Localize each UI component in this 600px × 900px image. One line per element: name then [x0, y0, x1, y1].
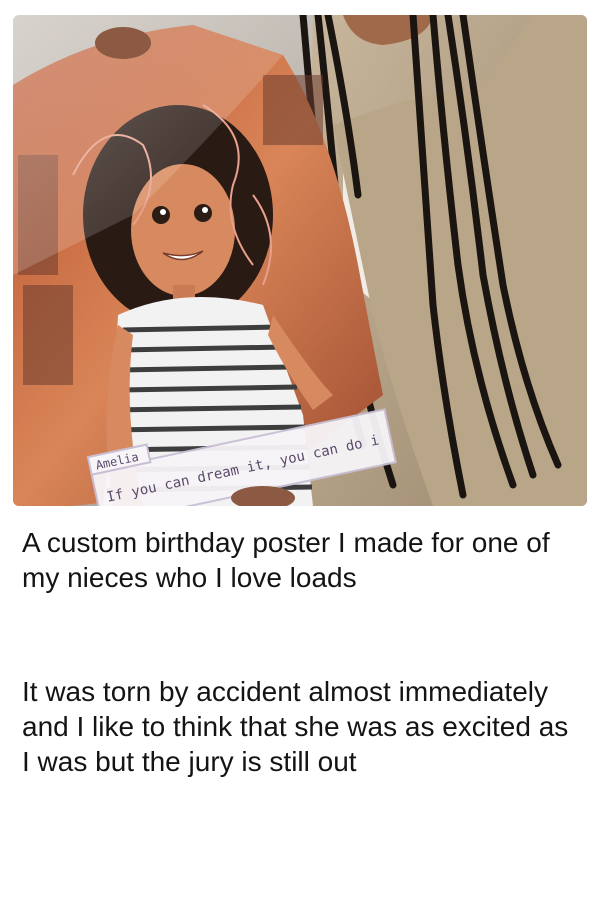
poster-photo: Amelia If you can dream it, you can do i	[13, 15, 587, 506]
caption-second: It was torn by accident almost immediate…	[22, 676, 569, 777]
caption-first: A custom birthday poster I made for one …	[22, 527, 550, 593]
